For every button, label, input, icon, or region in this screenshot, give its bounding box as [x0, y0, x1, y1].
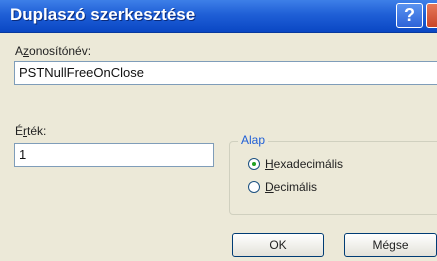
help-icon: ? — [404, 5, 415, 25]
radio-decimal-label: Decimális — [265, 180, 318, 194]
cancel-button[interactable]: Mégse — [344, 233, 437, 257]
value-field-value: 1 — [19, 147, 27, 162]
name-field[interactable]: PSTNullFreeOnClose — [14, 61, 437, 85]
radio-unchecked-icon — [248, 181, 260, 193]
value-field[interactable]: 1 — [14, 143, 214, 167]
radio-hexadecimal[interactable]: Hexadecimális — [248, 157, 343, 171]
radio-checked-icon — [248, 158, 260, 170]
title-bar: Duplaszó szerkesztése ? — [0, 0, 437, 33]
base-group — [229, 141, 437, 215]
help-button[interactable]: ? — [396, 3, 423, 28]
window-title: Duplaszó szerkesztése — [10, 5, 196, 24]
close-button[interactable] — [426, 3, 437, 28]
ok-button[interactable]: OK — [232, 233, 324, 257]
value-label: Érték: — [15, 124, 47, 138]
name-field-value: PSTNullFreeOnClose — [19, 65, 144, 80]
radio-decimal[interactable]: Decimális — [248, 180, 317, 194]
radio-hexadecimal-label: Hexadecimális — [265, 157, 344, 171]
base-group-legend: Alap — [238, 133, 269, 147]
name-label: Azonosítónév: — [15, 44, 92, 58]
